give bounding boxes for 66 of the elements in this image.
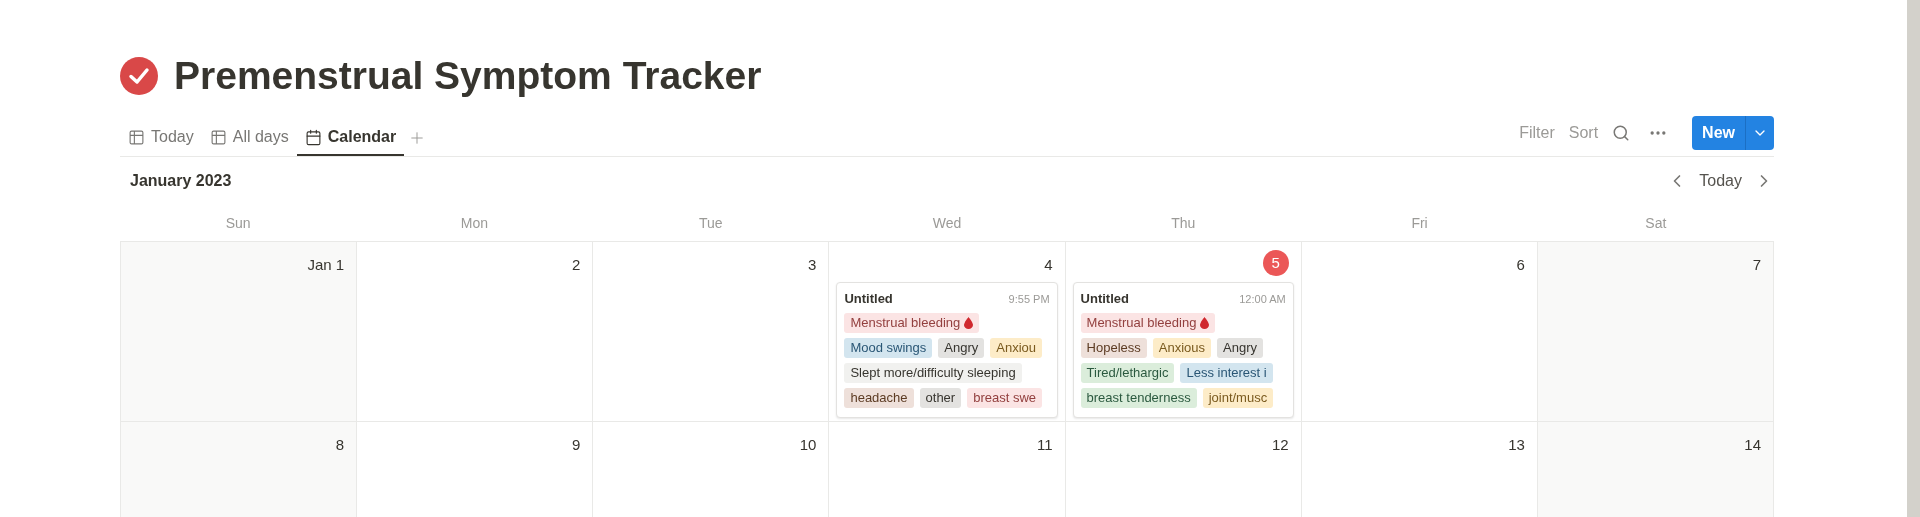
day-cell[interactable]: 6: [1301, 242, 1538, 422]
weekday-label: Sun: [224, 213, 252, 233]
weekday-label: Wed: [931, 213, 963, 233]
weekday-label: Fri: [1410, 213, 1429, 233]
tag: headache: [844, 387, 914, 408]
view-tab[interactable]: All days: [201, 120, 297, 156]
tag: Angry: [938, 337, 985, 358]
calendar-icon: [304, 128, 322, 146]
tag: Menstrual bleeding: [1080, 312, 1216, 333]
day-number: 9: [571, 434, 581, 455]
day-cell[interactable]: 4 Untitled 9:55 PM Menstrual bleeding Mood swings Angry Anxiou Slept more/difficulty sleeping headache other breast swe: [829, 242, 1066, 422]
view-tab[interactable]: Today: [120, 120, 202, 156]
view-tab[interactable]: Calendar: [296, 120, 405, 156]
day-cell[interactable]: 14: [1537, 422, 1774, 517]
tag: Less interest i: [1180, 362, 1273, 383]
tag: Hopeless: [1080, 337, 1147, 358]
day-number: 8: [335, 434, 345, 455]
month-label: January 2023: [130, 171, 232, 191]
tag: Mood swings: [844, 337, 933, 358]
weekday-label: Tue: [697, 213, 724, 233]
event-card[interactable]: Untitled 12:00 AM Menstrual bleeding Hopeless Anxious Angry Tired/lethargic Less interest i breast tenderness joint/musc: [1072, 282, 1294, 418]
day-number: 12: [1272, 434, 1289, 455]
tag: breast tenderness: [1080, 387, 1197, 408]
day-cell[interactable]: 8: [121, 422, 358, 517]
day-cell[interactable]: 5 Untitled 12:00 AM Menstrual bleeding Hopeless Anxious Angry Tired/lethargic Less interest i breast tenderness joint/musc: [1065, 242, 1302, 422]
day-number: 13: [1508, 434, 1525, 455]
tag: Menstrual bleeding: [844, 312, 980, 333]
day-number: 3: [808, 254, 817, 275]
day-cell[interactable]: 3: [593, 242, 830, 422]
day-number: 7: [1752, 254, 1761, 275]
search-icon[interactable]: [1612, 124, 1631, 142]
event-time: 12:00 AM: [1239, 291, 1286, 307]
day-number: 2: [571, 254, 581, 275]
day-number: 11: [1037, 434, 1053, 455]
tag: Tired/lethargic: [1080, 362, 1175, 383]
checkmark-icon: [120, 57, 158, 95]
tag: Slept more/difficulty sleeping: [844, 362, 1022, 383]
day-cell[interactable]: Jan 1: [121, 242, 358, 422]
tag: other: [919, 387, 962, 408]
today-button[interactable]: Today: [1699, 169, 1742, 193]
blood-drop-icon: [1200, 316, 1210, 329]
weekday-label: Mon: [459, 213, 490, 233]
day-number: 14: [1744, 434, 1761, 455]
event-title: Untitled: [1080, 290, 1129, 308]
day-number: 6: [1516, 254, 1525, 275]
tag: Angry: [1217, 337, 1263, 358]
day-number: 5: [1262, 250, 1289, 276]
day-cell[interactable]: 2: [357, 242, 594, 422]
scrollbar[interactable]: [1907, 0, 1920, 517]
day-cell[interactable]: 7: [1537, 242, 1774, 422]
day-number: 4: [1044, 254, 1053, 275]
weekday-label: Sat: [1644, 213, 1668, 233]
tag: Anxious: [1152, 337, 1211, 358]
event-time: 9:55 PM: [1008, 291, 1050, 307]
tag: joint/musc: [1202, 387, 1274, 408]
event-card[interactable]: Untitled 9:55 PM Menstrual bleeding Mood swings Angry Anxiou Slept more/difficulty sleeping headache other breast swe: [836, 282, 1058, 418]
blood-drop-icon: [964, 316, 974, 329]
event-title: Untitled: [844, 290, 893, 308]
weekday-label: Thu: [1170, 213, 1197, 233]
tag: breast swe: [967, 387, 1043, 408]
table-icon: [209, 128, 227, 146]
day-number: Jan 1: [307, 254, 345, 275]
table-icon: [128, 128, 145, 146]
tag: Anxiou: [990, 337, 1042, 358]
page-title: Premenstrual Symptom Tracker: [174, 53, 762, 99]
day-number: 10: [799, 434, 817, 455]
